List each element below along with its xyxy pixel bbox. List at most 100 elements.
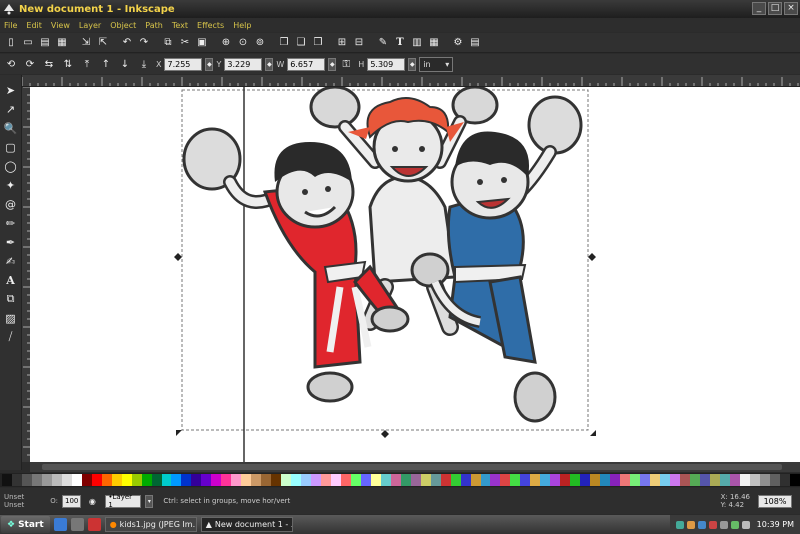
palette-swatch[interactable] <box>11 474 22 486</box>
palette-swatch[interactable] <box>550 474 561 486</box>
tray-icon[interactable] <box>675 520 684 529</box>
w-spinner[interactable]: ◆ <box>328 57 337 71</box>
palette-swatch[interactable] <box>41 474 52 486</box>
menu-edit[interactable]: Edit <box>26 21 42 30</box>
palette-swatch[interactable] <box>789 474 800 486</box>
palette-swatch[interactable] <box>490 474 501 486</box>
tray-icon[interactable] <box>697 520 706 529</box>
print-icon[interactable]: ▦ <box>55 36 69 50</box>
w-field[interactable] <box>287 57 326 71</box>
connector-tool-icon[interactable]: ⧉ <box>2 290 19 308</box>
zoom-page-icon[interactable]: ⊚ <box>253 36 267 50</box>
palette-swatch[interactable] <box>91 474 102 486</box>
palette-swatch[interactable] <box>81 474 92 486</box>
palette-swatch[interactable] <box>540 474 551 486</box>
new-document-icon[interactable]: ▯ <box>4 36 18 50</box>
palette-swatch[interactable] <box>560 474 571 486</box>
palette-swatch[interactable] <box>400 474 411 486</box>
palette-swatch[interactable] <box>111 474 122 486</box>
palette-swatch[interactable] <box>131 474 142 486</box>
cut-icon[interactable]: ✂ <box>178 36 192 50</box>
zoom-drawing-icon[interactable]: ⊙ <box>236 36 250 50</box>
palette-swatch[interactable] <box>440 474 451 486</box>
palette-swatch[interactable] <box>251 474 262 486</box>
task-inkscape[interactable]: ▲ New document 1 - ... <box>200 517 293 532</box>
palette-swatch[interactable] <box>390 474 401 486</box>
node-tool-icon[interactable]: ↗ <box>2 100 19 118</box>
layer-dropdown-icon[interactable]: ▾ <box>145 494 154 508</box>
palette-swatch[interactable] <box>640 474 650 486</box>
y-field[interactable] <box>224 57 263 71</box>
palette-swatch[interactable] <box>759 474 770 486</box>
palette-swatch[interactable] <box>291 474 302 486</box>
menu-effects[interactable]: Effects <box>197 21 224 30</box>
palette-swatch[interactable] <box>241 474 252 486</box>
color-palette[interactable] <box>0 473 800 487</box>
ungroup-icon[interactable]: ⊟ <box>352 36 366 50</box>
horizontal-scrollbar[interactable] <box>30 462 800 472</box>
palette-swatch[interactable] <box>340 474 351 486</box>
tray-icon[interactable] <box>730 520 739 529</box>
drawing-canvas[interactable] <box>30 87 800 462</box>
palette-swatch[interactable] <box>570 474 581 486</box>
copy-icon[interactable]: ⧉ <box>161 36 175 50</box>
palette-swatch[interactable] <box>221 474 232 486</box>
palette-swatch[interactable] <box>211 474 222 486</box>
menu-file[interactable]: File <box>4 21 17 30</box>
h-field[interactable] <box>367 57 406 71</box>
palette-swatch[interactable] <box>450 474 461 486</box>
palette-swatch[interactable] <box>669 474 680 486</box>
pen-tool-icon[interactable]: ✒ <box>2 233 19 251</box>
rotate-ccw-icon[interactable]: ⟲ <box>4 57 18 71</box>
text-font-icon[interactable]: T <box>393 36 407 50</box>
unlink-clone-icon[interactable]: ❒ <box>311 36 325 50</box>
minimize-icon[interactable]: _ <box>752 2 766 15</box>
karate-kids-image[interactable] <box>30 87 800 462</box>
palette-swatch[interactable] <box>330 474 341 486</box>
palette-swatch[interactable] <box>649 474 660 486</box>
menu-path[interactable]: Path <box>145 21 163 30</box>
palette-swatch[interactable] <box>520 474 531 486</box>
flip-h-icon[interactable]: ⇆ <box>42 57 56 71</box>
group-icon[interactable]: ⊞ <box>335 36 349 50</box>
text-tool-icon[interactable]: A <box>2 271 19 289</box>
palette-swatch[interactable] <box>61 474 72 486</box>
palette-swatch[interactable] <box>739 474 750 486</box>
palette-swatch[interactable] <box>460 474 471 486</box>
palette-swatch[interactable] <box>31 474 42 486</box>
palette-swatch[interactable] <box>161 474 172 486</box>
palette-swatch[interactable] <box>350 474 361 486</box>
palette-swatch[interactable] <box>470 474 481 486</box>
palette-swatch[interactable] <box>769 474 780 486</box>
y-spinner[interactable]: ◆ <box>265 57 274 71</box>
palette-swatch[interactable] <box>71 474 82 486</box>
palette-swatch[interactable] <box>2 474 12 486</box>
eye-icon[interactable]: ◉ <box>85 494 99 508</box>
menu-layer[interactable]: Layer <box>79 21 101 30</box>
palette-swatch[interactable] <box>510 474 521 486</box>
menu-view[interactable]: View <box>51 21 70 30</box>
palette-swatch[interactable] <box>380 474 391 486</box>
scroll-thumb[interactable] <box>42 464 782 470</box>
duplicate-icon[interactable]: ❐ <box>277 36 291 50</box>
x-spinner[interactable]: ◆ <box>205 57 214 71</box>
palette-swatch[interactable] <box>261 474 272 486</box>
h-spinner[interactable]: ◆ <box>408 57 417 71</box>
opacity-field[interactable]: 100 <box>62 494 82 508</box>
palette-swatch[interactable] <box>121 474 132 486</box>
palette-swatch[interactable] <box>51 474 62 486</box>
palette-swatch[interactable] <box>610 474 621 486</box>
tray-icon[interactable] <box>686 520 695 529</box>
palette-swatch[interactable] <box>630 474 640 486</box>
palette-swatch[interactable] <box>480 474 491 486</box>
palette-swatch[interactable] <box>271 474 282 486</box>
save-icon[interactable]: ▤ <box>38 36 52 50</box>
zoom-tool-icon[interactable]: 🔍 <box>2 119 19 137</box>
export-icon[interactable]: ⇱ <box>96 36 110 50</box>
palette-swatch[interactable] <box>689 474 700 486</box>
redo-icon[interactable]: ↷ <box>137 36 151 50</box>
palette-swatch[interactable] <box>231 474 242 486</box>
palette-swatch[interactable] <box>620 474 631 486</box>
open-icon[interactable]: ▭ <box>21 36 35 50</box>
document-properties-icon[interactable]: ▤ <box>468 36 482 50</box>
